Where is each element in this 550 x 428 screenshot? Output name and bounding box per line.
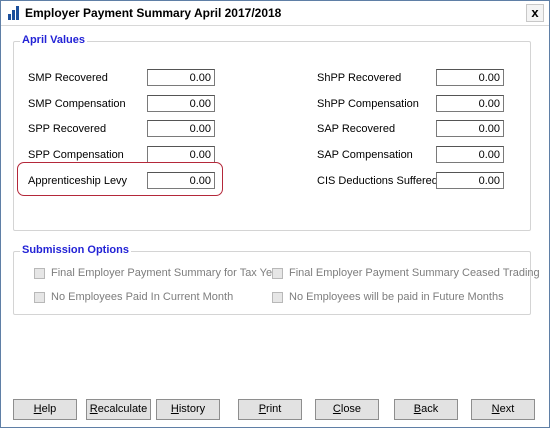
- shpp-compensation-field[interactable]: 0.00: [436, 95, 504, 112]
- help-label: elp: [41, 403, 57, 415]
- smp-recovered-label: SMP Recovered: [28, 72, 108, 84]
- title-bar[interactable]: Employer Payment Summary April 2017/2018…: [1, 1, 549, 26]
- smp-compensation-field[interactable]: 0.00: [147, 95, 215, 112]
- smp-compensation-label: SMP Compensation: [28, 98, 126, 110]
- back-button[interactable]: Back: [394, 399, 458, 420]
- option-label: No Employees Paid In Current Month: [51, 291, 234, 303]
- option-label: Final Employer Payment Summary for Tax Y…: [51, 267, 282, 279]
- back-label: ack: [421, 403, 439, 415]
- spp-recovered-field[interactable]: 0.00: [147, 120, 215, 137]
- submission-options-group: Submission Options: [13, 244, 531, 315]
- chart-app-icon: [8, 6, 19, 20]
- history-label: istory: [178, 403, 206, 415]
- close-label: lose: [340, 403, 362, 415]
- april-values-title: April Values: [20, 34, 87, 46]
- next-button[interactable]: Next: [471, 399, 535, 420]
- print-label: rint: [266, 403, 282, 415]
- spp-compensation-field[interactable]: 0.00: [147, 146, 215, 163]
- shpp-recovered-field[interactable]: 0.00: [436, 69, 504, 86]
- sap-recovered-label: SAP Recovered: [317, 123, 396, 135]
- employer-payment-summary-dialog: Employer Payment Summary April 2017/2018…: [0, 0, 550, 428]
- recalculate-button[interactable]: Recalculate: [86, 399, 151, 420]
- checkbox-icon[interactable]: [34, 292, 45, 303]
- apprenticeship-levy-highlight: [17, 162, 223, 196]
- checkbox-icon[interactable]: [272, 292, 283, 303]
- close-hotkey: C: [332, 403, 341, 415]
- recalculate-label: ecalculate: [97, 403, 148, 415]
- help-hotkey: H: [33, 403, 42, 415]
- checkbox-icon[interactable]: [272, 268, 283, 279]
- checkbox-icon[interactable]: [34, 268, 45, 279]
- shpp-compensation-label: ShPP Compensation: [317, 98, 419, 110]
- history-button[interactable]: History: [156, 399, 220, 420]
- cis-deductions-label: CIS Deductions Suffered: [317, 175, 438, 187]
- window-title: Employer Payment Summary April 2017/2018: [25, 6, 282, 20]
- sap-recovered-field[interactable]: 0.00: [436, 120, 504, 137]
- smp-recovered-field[interactable]: 0.00: [147, 69, 215, 86]
- spp-recovered-label: SPP Recovered: [28, 123, 107, 135]
- option-label: No Employees will be paid in Future Mont…: [289, 291, 504, 303]
- recalculate-hotkey: R: [89, 403, 98, 415]
- cis-deductions-field[interactable]: 0.00: [436, 172, 504, 189]
- shpp-recovered-label: ShPP Recovered: [317, 72, 402, 84]
- help-button[interactable]: Help: [13, 399, 77, 420]
- option-label: Final Employer Payment Summary Ceased Tr…: [289, 267, 540, 279]
- close-button[interactable]: Close: [315, 399, 379, 420]
- sap-compensation-label: SAP Compensation: [317, 149, 413, 161]
- submission-options-title: Submission Options: [20, 244, 131, 256]
- back-hotkey: B: [413, 403, 422, 415]
- history-hotkey: H: [170, 403, 179, 415]
- spp-compensation-label: SPP Compensation: [28, 149, 124, 161]
- print-button[interactable]: Print: [238, 399, 302, 420]
- print-hotkey: P: [258, 403, 267, 415]
- next-label: ext: [499, 403, 515, 415]
- next-hotkey: N: [491, 403, 500, 415]
- close-icon[interactable]: x: [526, 4, 544, 22]
- sap-compensation-field[interactable]: 0.00: [436, 146, 504, 163]
